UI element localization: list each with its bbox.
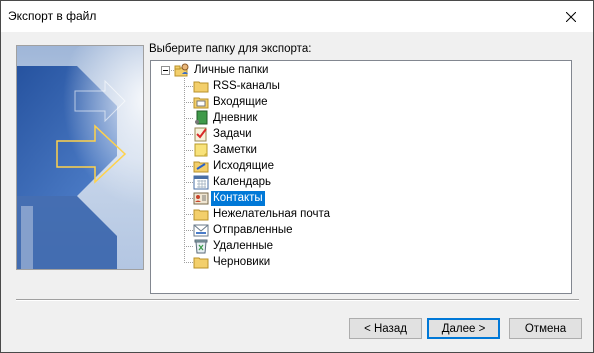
- tree-root-label: Личные папки: [194, 63, 269, 76]
- next-button[interactable]: Далее >: [427, 318, 500, 339]
- personal-folders-icon: [174, 62, 190, 78]
- tree-item-journal[interactable]: Дневник: [193, 110, 259, 126]
- deleted-items-icon: [193, 238, 209, 254]
- tree-item-label: Календарь: [213, 175, 272, 188]
- tree-item-tasks[interactable]: Задачи: [193, 126, 254, 142]
- window-title: Экспорт в файл: [8, 9, 97, 23]
- tree-item-calendar[interactable]: Календарь: [193, 174, 273, 190]
- tree-item-label: Входящие: [213, 95, 268, 108]
- tree-item-label: Дневник: [213, 111, 258, 124]
- tasks-icon: [193, 126, 209, 142]
- title-bar[interactable]: Экспорт в файл: [1, 1, 593, 32]
- tree-item-label: Черновики: [213, 255, 271, 268]
- folder-tree[interactable]: Личные папки RSS-каналы Входящие Дневник…: [150, 60, 572, 294]
- tree-item-label: Заметки: [213, 143, 257, 156]
- close-button[interactable]: [549, 1, 593, 32]
- tree-item-rss[interactable]: RSS-каналы: [193, 78, 282, 94]
- wizard-banner-image: [16, 45, 144, 270]
- tree-item-contacts[interactable]: Контакты: [193, 190, 265, 206]
- close-icon: [566, 11, 576, 22]
- back-button[interactable]: < Назад: [349, 318, 422, 339]
- tree-item-drafts[interactable]: Черновики: [193, 254, 272, 270]
- tree-item-label: RSS-каналы: [213, 79, 280, 92]
- tree-item-label: Задачи: [213, 127, 252, 140]
- folder-icon: [193, 254, 209, 270]
- contacts-icon: [193, 190, 209, 206]
- tree-item-inbox[interactable]: Входящие: [193, 94, 270, 110]
- folder-icon: [193, 206, 209, 222]
- tree-item-label: Контакты: [211, 190, 265, 206]
- tree-item-junk-mail[interactable]: Нежелательная почта: [193, 206, 332, 222]
- tree-item-label: Удаленные: [213, 239, 273, 252]
- outbox-icon: [193, 158, 209, 174]
- tree-item-label: Нежелательная почта: [213, 207, 331, 220]
- collapse-expander[interactable]: [161, 66, 170, 75]
- notes-icon: [193, 142, 209, 158]
- tree-item-sent[interactable]: Отправленные: [193, 222, 295, 238]
- tree-item-label: Исходящие: [213, 159, 274, 172]
- tree-item-notes[interactable]: Заметки: [193, 142, 259, 158]
- folder-prompt-label: Выберите папку для экспорта:: [149, 43, 312, 55]
- tree-item-label: Отправленные: [213, 223, 293, 236]
- footer-divider: [16, 299, 579, 301]
- inbox-icon: [193, 94, 209, 110]
- sent-items-icon: [193, 222, 209, 238]
- folder-icon: [193, 78, 209, 94]
- tree-item-outbox[interactable]: Исходящие: [193, 158, 276, 174]
- export-dialog: Экспорт в файл Выберите папку для экспор…: [0, 0, 594, 353]
- tree-root-personal-folders[interactable]: Личные папки: [174, 62, 270, 78]
- dialog-content: Выберите папку для экспорта: Личные папк…: [1, 32, 593, 352]
- journal-icon: [193, 110, 209, 126]
- calendar-icon: [193, 174, 209, 190]
- tree-item-deleted[interactable]: Удаленные: [193, 238, 275, 254]
- cancel-button[interactable]: Отмена: [509, 318, 582, 339]
